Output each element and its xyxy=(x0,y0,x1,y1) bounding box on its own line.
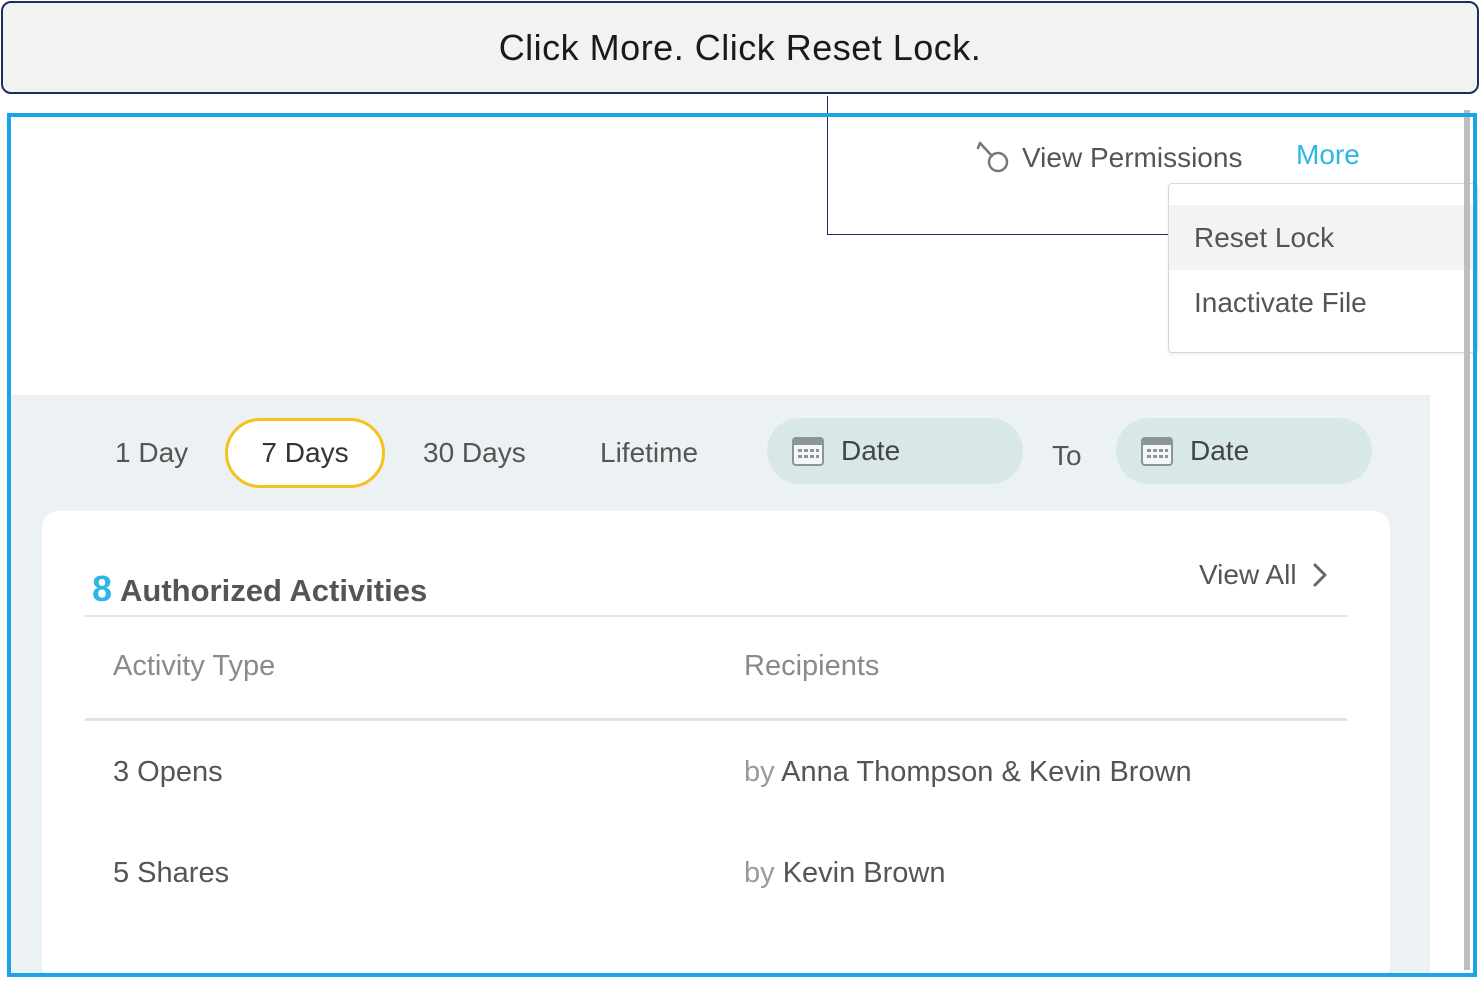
start-date-placeholder: Date xyxy=(841,435,901,466)
calendar-icon xyxy=(792,437,824,466)
more-button[interactable]: More xyxy=(1296,139,1360,171)
recipients-cell: by Kevin Brown xyxy=(744,857,946,890)
table-header-divider xyxy=(85,718,1347,721)
range-30-days[interactable]: 30 Days xyxy=(423,437,526,469)
more-dropdown-menu: Reset Lock Inactivate File xyxy=(1168,183,1478,353)
menu-item-inactivate-file[interactable]: Inactivate File xyxy=(1169,270,1477,335)
column-header-activity-type: Activity Type xyxy=(113,650,276,682)
vertical-scrollbar[interactable] xyxy=(1464,110,1470,970)
view-permissions-label: View Permissions xyxy=(1022,142,1243,173)
start-date-field[interactable]: Date xyxy=(767,418,1023,484)
range-7-days[interactable]: 7 Days xyxy=(225,418,385,488)
recipients-cell: by Anna Thompson & Kevin Brown xyxy=(744,756,1192,789)
activity-title: Authorized Activities xyxy=(120,573,428,608)
instruction-text: Click More. Click Reset Lock. xyxy=(498,26,982,68)
by-label: by xyxy=(744,857,775,889)
view-permissions-link[interactable]: View Permissions xyxy=(976,138,1242,178)
date-range-to-label: To xyxy=(1052,440,1082,471)
recipient-names: Kevin Brown xyxy=(782,857,946,889)
chevron-right-icon xyxy=(1313,563,1327,587)
menu-item-label: Inactivate File xyxy=(1194,286,1367,318)
view-all-label: View All xyxy=(1199,559,1297,590)
by-label: by xyxy=(744,756,775,788)
recipient-names: Anna Thompson & Kevin Brown xyxy=(781,756,1192,788)
card-title: 8 Authorized Activities xyxy=(92,568,427,610)
menu-item-reset-lock[interactable]: Reset Lock xyxy=(1169,205,1477,270)
activity-type-cell: 5 Shares xyxy=(113,857,230,889)
end-date-field[interactable]: Date xyxy=(1116,418,1372,484)
column-header-recipients: Recipients xyxy=(744,650,880,682)
instruction-callout: Click More. Click Reset Lock. xyxy=(1,1,1479,94)
key-icon xyxy=(976,141,1009,173)
calendar-icon xyxy=(1141,437,1173,466)
activity-type-cell: 3 Opens xyxy=(113,756,223,788)
range-1-day[interactable]: 1 Day xyxy=(115,437,188,469)
card-title-divider xyxy=(85,615,1347,617)
view-all-link[interactable]: View All xyxy=(1199,559,1331,591)
end-date-placeholder: Date xyxy=(1190,435,1250,466)
activity-count: 8 xyxy=(92,568,113,609)
menu-item-label: Reset Lock xyxy=(1194,221,1335,253)
range-lifetime[interactable]: Lifetime xyxy=(600,437,698,469)
